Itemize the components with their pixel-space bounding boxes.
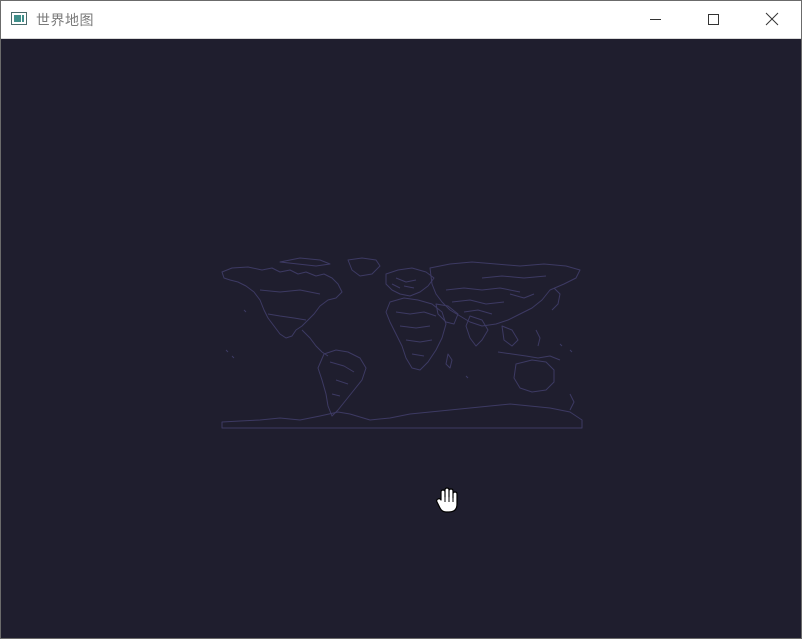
map-region-pacific-islands <box>225 309 573 379</box>
map-region-europe <box>385 267 435 297</box>
map-region-europe-borders <box>391 277 417 289</box>
map-region-indonesia <box>497 351 561 361</box>
world-map[interactable] <box>220 254 584 430</box>
map-region-central-america <box>301 329 329 357</box>
map-region-north-america <box>221 266 343 339</box>
close-icon <box>765 12 779 26</box>
app-window: 世界地图 <box>0 0 802 639</box>
map-region-us-mexico <box>267 313 307 321</box>
maximize-button[interactable] <box>684 1 742 38</box>
map-region-greenland <box>347 257 381 277</box>
map-region-india <box>465 315 489 347</box>
minimize-button[interactable] <box>626 1 684 38</box>
map-region-southeast-asia <box>501 325 519 347</box>
map-canvas[interactable] <box>1 39 801 638</box>
title-bar[interactable]: 世界地图 <box>1 1 801 39</box>
map-region-africa-borders <box>395 311 437 357</box>
map-region-asia <box>429 261 581 327</box>
minimize-icon <box>650 19 661 20</box>
map-region-arctic-islands <box>279 257 331 267</box>
map-region-philippines <box>535 329 541 347</box>
close-button[interactable] <box>743 1 801 38</box>
map-region-antarctica <box>221 403 583 429</box>
app-window-icon <box>11 12 27 25</box>
window-title: 世界地图 <box>36 13 94 29</box>
map-region-new-zealand <box>569 393 575 411</box>
map-region-australia <box>513 359 555 393</box>
maximize-icon <box>708 14 719 25</box>
map-region-japan <box>551 287 561 311</box>
map-region-south-america-borders <box>329 361 355 397</box>
map-region-south-america <box>317 349 367 417</box>
map-region-canada-border <box>259 289 321 295</box>
hand-grab-icon <box>436 487 458 513</box>
map-region-madagascar <box>445 353 453 369</box>
